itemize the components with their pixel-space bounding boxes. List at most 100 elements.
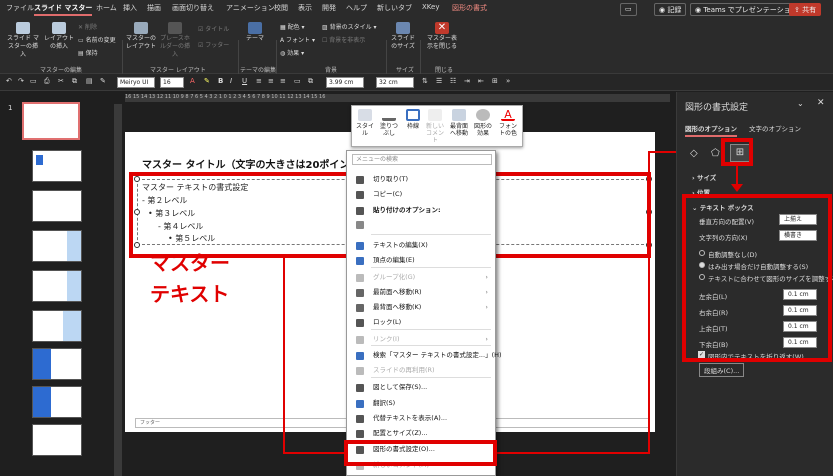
tab-shape-format[interactable]: 図形の書式 [452, 3, 487, 13]
copy-icon[interactable]: ⧉ [72, 77, 77, 86]
print-icon[interactable]: ⎙ [44, 77, 50, 86]
layout-thumbnail[interactable] [32, 270, 82, 302]
font-size-field[interactable]: 16 [160, 77, 184, 88]
insert-layout-button[interactable]: レイアウトの挿入 [44, 22, 74, 51]
outdent-icon[interactable]: ⇤ [478, 77, 484, 85]
menu-item[interactable]: リンク(I) › [347, 333, 495, 346]
format-painter-icon[interactable]: ✎ [100, 77, 106, 85]
arrange-icon[interactable]: ⧉ [308, 77, 313, 86]
mini-fill-button[interactable]: 塗りつぶし [378, 109, 400, 137]
title-checkbox[interactable]: ☑ タイトル [198, 26, 229, 34]
align-right-icon[interactable]: ≡ [280, 77, 286, 85]
tab-new[interactable]: 新しいタブ [377, 3, 412, 13]
shape-height-field[interactable]: 32 cm [376, 77, 414, 88]
close-master-view-button[interactable]: ✕ マスター表示を閉じる [425, 22, 459, 51]
layout-thumbnail[interactable] [32, 424, 82, 456]
tab-text-options[interactable]: 文字のオプション [749, 123, 801, 133]
text-direction-icon[interactable]: ⇅ [422, 77, 428, 85]
pane-close-icon[interactable]: ✕ [817, 98, 825, 108]
mini-font-color-button[interactable]: A フォントの色 [497, 109, 519, 138]
align-objects-icon[interactable]: ⊞ [492, 77, 498, 85]
font-name-field[interactable]: Meiryo UI [117, 77, 155, 88]
pane-options-icon[interactable]: ⌄ [797, 99, 804, 108]
master-thumbnail[interactable] [22, 102, 80, 140]
layout-thumbnail[interactable] [32, 150, 82, 182]
menu-item[interactable]: 代替テキストを表示(A)... [347, 412, 495, 425]
menu-item[interactable]: ロック(L) [347, 316, 495, 329]
record-button[interactable]: ◉ 記録 [654, 3, 687, 16]
effects-button[interactable]: ◍ 効果 ▾ [280, 50, 304, 58]
bold-icon[interactable]: B [218, 77, 223, 85]
tab-home[interactable]: ホーム [96, 3, 117, 13]
footer-checkbox[interactable]: ☑ フッター [198, 42, 229, 50]
menu-item[interactable]: 最背面へ移動(K) › [347, 301, 495, 314]
layout-thumbnail[interactable] [32, 310, 82, 342]
menu-item[interactable]: グループ化(G) › [347, 271, 495, 284]
layout-thumbnail[interactable] [32, 386, 82, 418]
tab-review[interactable]: 校閲 [274, 3, 288, 13]
layout-thumbnail[interactable] [32, 190, 82, 222]
slide-size-button[interactable]: スライドのサイズ [390, 22, 416, 51]
effects-icon[interactable]: ⬠ [711, 148, 720, 159]
menu-item[interactable]: 最前面へ移動(R) › [347, 286, 495, 299]
redo-icon[interactable]: ↷ [18, 77, 24, 85]
tab-xkey[interactable]: XKey [422, 3, 440, 11]
teams-present-button[interactable]: ◉ Teams でプレゼンテーション [690, 3, 803, 16]
menu-item[interactable]: 図として保存(S)... [347, 381, 495, 394]
layout-thumbnail[interactable] [32, 348, 82, 380]
preserve-button[interactable]: ▤ 保持 [78, 50, 98, 58]
section-size[interactable]: › サイズ [692, 172, 716, 182]
fonts-button[interactable]: A フォント ▾ [280, 37, 315, 45]
master-layout-button[interactable]: マスターのレイアウト [126, 22, 156, 51]
hide-bg-checkbox[interactable]: ☐ 背景を非表示 [322, 37, 365, 45]
insert-placeholder-button[interactable]: プレースホルダーの挿入 [158, 22, 192, 59]
themes-button[interactable]: テーマ [244, 22, 266, 43]
bg-styles-button[interactable]: ▨ 背景のスタイル ▾ [322, 24, 377, 32]
tab-view[interactable]: 表示 [298, 3, 312, 13]
insert-master-button[interactable]: スライド マスターの挿入 [6, 22, 40, 59]
rename-button[interactable]: ▭ 名前の変更 [78, 37, 116, 45]
more-icon[interactable]: » [506, 77, 510, 85]
share-button[interactable]: ⇪ 共有 [789, 3, 822, 16]
menu-search-input[interactable]: メニューの検索 [352, 154, 492, 165]
tab-developer[interactable]: 開発 [322, 3, 336, 13]
menu-item[interactable]: コピー(C) [347, 188, 495, 201]
tab-shape-options[interactable]: 図形のオプション [685, 123, 737, 137]
tab-transitions[interactable]: 画面切り替え [172, 3, 214, 13]
comment-icon[interactable]: ▭ [620, 3, 637, 16]
delete-button[interactable]: ✕ 削除 [78, 24, 97, 32]
tab-slide-master[interactable]: スライド マスター [34, 3, 93, 16]
menu-item[interactable]: スライドの再利用(R) [347, 364, 495, 377]
menu-item[interactable]: 配置とサイズ(Z)... [347, 427, 495, 440]
mini-send-back-button[interactable]: 最背面へ移動 [448, 109, 470, 137]
underline-icon[interactable]: U [242, 77, 247, 85]
master-title-placeholder[interactable]: マスター タイトル（文字の大きさは20ポイント、 [142, 156, 369, 171]
menu-item[interactable]: テキストの編集(X) [347, 239, 495, 252]
menu-item[interactable]: 切り取り(T) [347, 173, 495, 186]
menu-item[interactable]: 検索「マスター テキストの書式設定...」(H) [347, 349, 502, 362]
mini-comment-button[interactable]: 新しいコメント [424, 109, 446, 144]
numbering-icon[interactable]: ☷ [450, 77, 456, 85]
bullets-icon[interactable]: ☰ [436, 77, 442, 85]
shape-width-field[interactable]: 3.99 cm [326, 77, 364, 88]
cut-icon[interactable]: ✂ [58, 77, 64, 85]
layout-thumbnail[interactable] [32, 230, 82, 262]
menu-item[interactable]: 頂点の編集(E) [347, 254, 495, 267]
tab-help[interactable]: ヘルプ [346, 3, 367, 13]
mini-effects-button[interactable]: 図形の効果 [472, 109, 494, 137]
indent-icon[interactable]: ⇥ [464, 77, 470, 85]
tab-draw[interactable]: 描画 [147, 3, 161, 13]
mini-outline-button[interactable]: 枠線 [402, 109, 424, 130]
undo-icon[interactable]: ↶ [6, 77, 12, 85]
save-icon[interactable]: ▭ [30, 77, 37, 85]
mini-style-button[interactable]: スタイル [354, 109, 376, 137]
tab-insert[interactable]: 挿入 [123, 3, 137, 13]
tab-file[interactable]: ファイル [6, 3, 34, 13]
menu-item[interactable]: 翻訳(S) [347, 397, 495, 410]
paste-icon[interactable]: ▤ [86, 77, 93, 85]
menu-item[interactable] [347, 218, 495, 231]
align-center-icon[interactable]: ≡ [268, 77, 274, 85]
font-color-icon[interactable]: A [190, 77, 195, 85]
colors-button[interactable]: ▦ 配色 ▾ [280, 24, 305, 32]
fill-line-icon[interactable]: ◇ [690, 148, 698, 159]
